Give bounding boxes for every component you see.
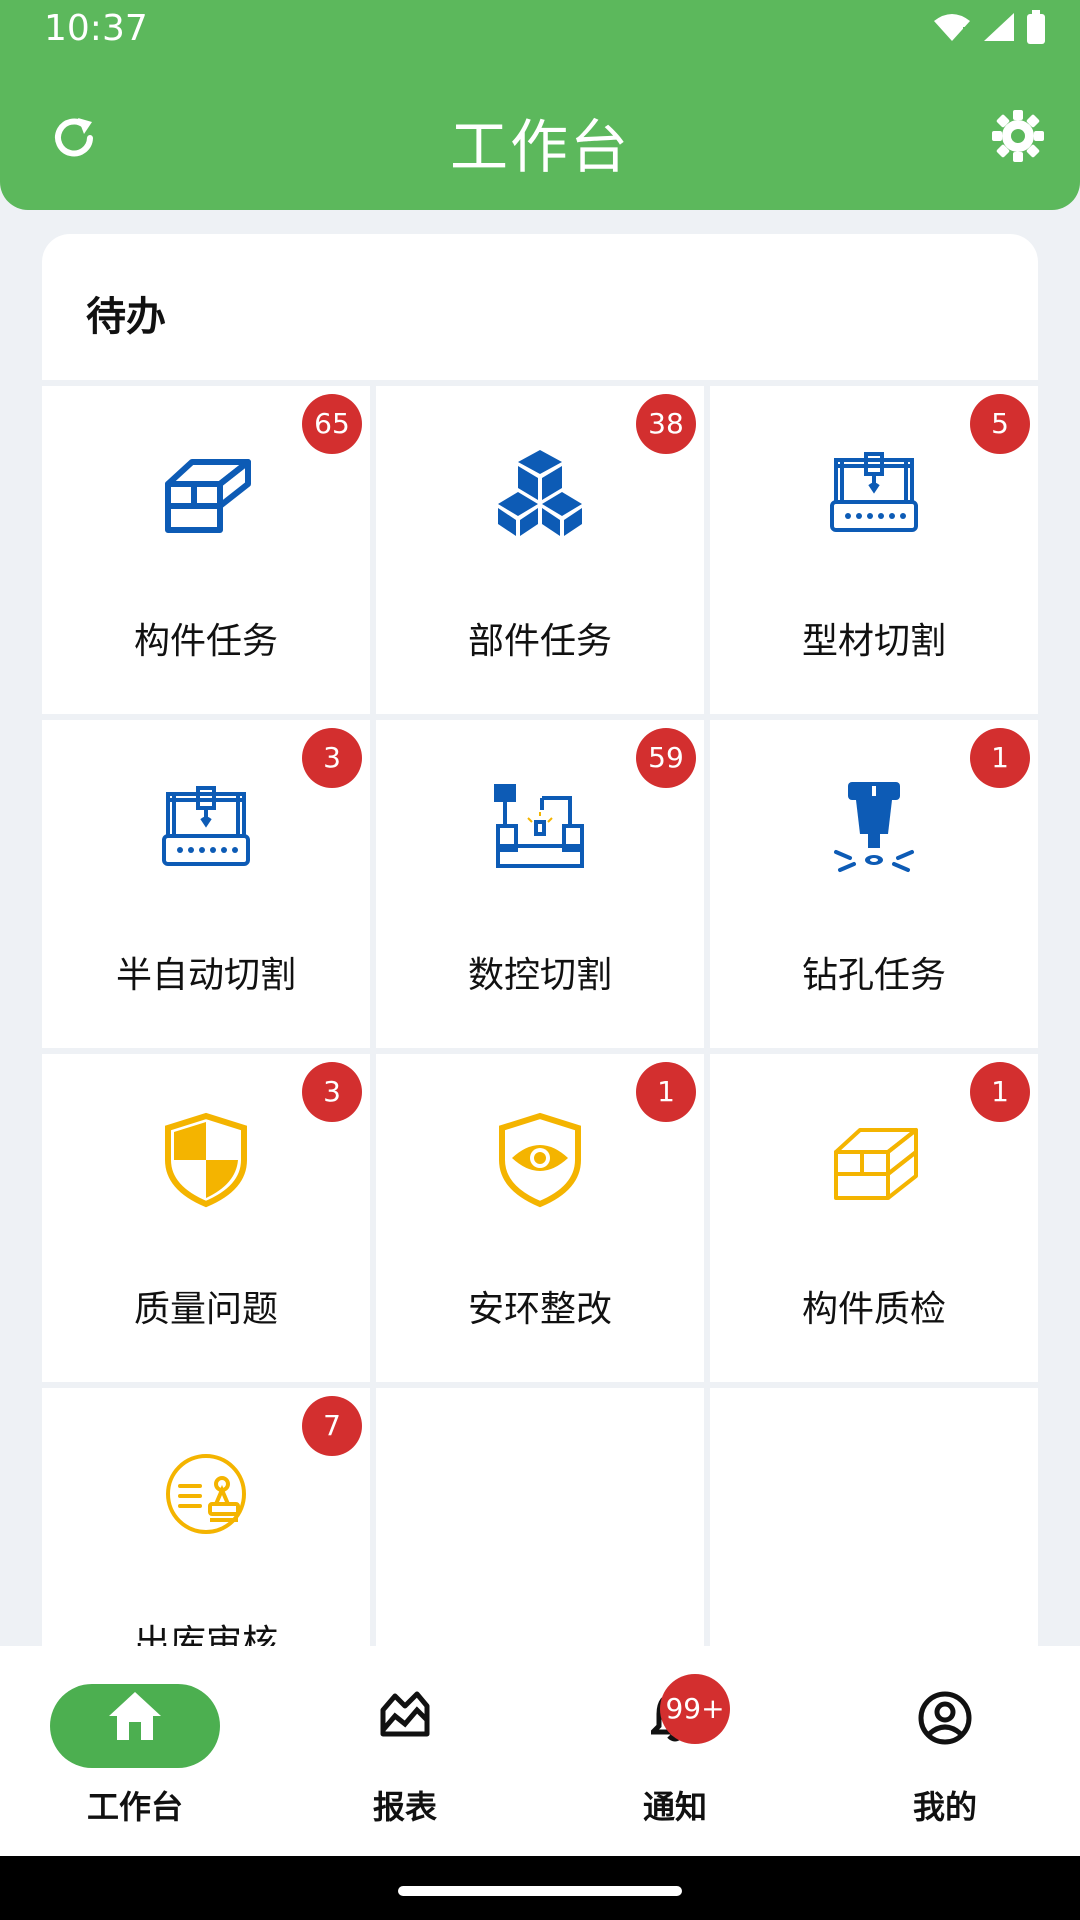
tile-cnc-cutting[interactable]: 59 数控切割: [376, 720, 704, 1048]
status-icons: [932, 10, 1046, 44]
status-time: 10:37: [44, 8, 148, 49]
badge-count: 1: [970, 1062, 1030, 1122]
cubes-icon: [498, 450, 582, 536]
tile-component-task[interactable]: 65 构件任务: [42, 386, 370, 714]
page-title: 工作台: [449, 113, 630, 181]
cutting-machine-icon: [830, 452, 918, 532]
wifi-icon: [934, 14, 970, 41]
section-title: 待办: [86, 294, 166, 340]
app-header: 10:37 工作台: [0, 0, 1080, 210]
nav-label: 通知: [642, 1788, 707, 1826]
eye-shield-icon: [499, 1112, 581, 1208]
cnc-cutter-icon: [494, 784, 584, 868]
nav-item-workbench[interactable]: 工作台: [0, 1646, 270, 1856]
badge-count: 3: [302, 728, 362, 788]
steel-beam-outline-icon: [834, 1128, 918, 1200]
battery-icon: [1027, 10, 1045, 44]
tile-label: 构件质检: [801, 1289, 946, 1330]
tile-label: 型材切割: [801, 621, 946, 662]
tile-quality-issue[interactable]: 3 质量问题: [42, 1054, 370, 1382]
tile-semi-auto-cutting[interactable]: 3 半自动切割: [42, 720, 370, 1048]
tile-label: 构件任务: [133, 621, 278, 662]
drill-icon: [834, 782, 914, 872]
nav-item-reports[interactable]: 报表: [270, 1646, 540, 1856]
tile-label: 钻孔任务: [801, 955, 946, 996]
tile-safety-rectification[interactable]: 1 安环整改: [376, 1054, 704, 1382]
bottom-navigation: 工作台 报表 通知 99+ 我的: [0, 1646, 1080, 1856]
nav-label: 报表: [372, 1788, 437, 1826]
tile-label: 半自动切割: [115, 955, 296, 996]
tile-outbound-approval[interactable]: 7 出库审核: [42, 1388, 370, 1646]
home-indicator[interactable]: [398, 1886, 682, 1896]
badge-count: 7: [302, 1396, 362, 1456]
task-grid: 65 构件任务 38 部件任务 5 型材切割 3 半自动切割 59 数控切割 1…: [42, 386, 1038, 1646]
tile-label: 安环整改: [467, 1289, 612, 1330]
nav-label: 我的: [912, 1788, 977, 1826]
nav-item-profile[interactable]: 我的: [810, 1646, 1080, 1856]
tile-profile-cutting[interactable]: 5 型材切割: [710, 386, 1038, 714]
signal-icon: [984, 13, 1014, 41]
tile-label: 质量问题: [133, 1289, 278, 1330]
todo-section-header: 待办: [42, 234, 1038, 380]
tile-component-inspection[interactable]: 1 构件质检: [710, 1054, 1038, 1382]
tile-drilling-task[interactable]: 1 钻孔任务: [710, 720, 1038, 1048]
report-chart-icon: [380, 1691, 430, 1737]
notification-badge: 99+: [660, 1674, 730, 1744]
home-icon: [109, 1692, 161, 1740]
badge-count: 59: [636, 728, 696, 788]
tile-label: 数控切割: [467, 955, 612, 996]
approval-stamp-icon: [166, 1454, 246, 1534]
gear-icon[interactable]: [990, 108, 1046, 164]
badge-count: 1: [636, 1062, 696, 1122]
user-circle-icon: [918, 1691, 972, 1745]
badge-count: 65: [302, 394, 362, 454]
empty-tile: [376, 1388, 704, 1646]
quality-shield-icon: [165, 1112, 247, 1208]
badge-count: 1: [970, 728, 1030, 788]
steel-beam-icon: [165, 459, 251, 533]
content-area: 待办 65 构件任务 38 部件任务 5 型材切割 3 半自动切割 59 数控切…: [42, 234, 1038, 1646]
tile-part-task[interactable]: 38 部件任务: [376, 386, 704, 714]
tile-label: 出库审核: [133, 1623, 278, 1646]
nav-item-notifications[interactable]: 通知: [540, 1646, 810, 1856]
empty-tile: [710, 1388, 1038, 1646]
badge-count: 38: [636, 394, 696, 454]
nav-label: 工作台: [86, 1788, 183, 1826]
badge-count: 3: [302, 1062, 362, 1122]
semi-auto-cutter-icon: [162, 786, 250, 866]
tile-label: 部件任务: [467, 621, 612, 662]
badge-count: 5: [970, 394, 1030, 454]
